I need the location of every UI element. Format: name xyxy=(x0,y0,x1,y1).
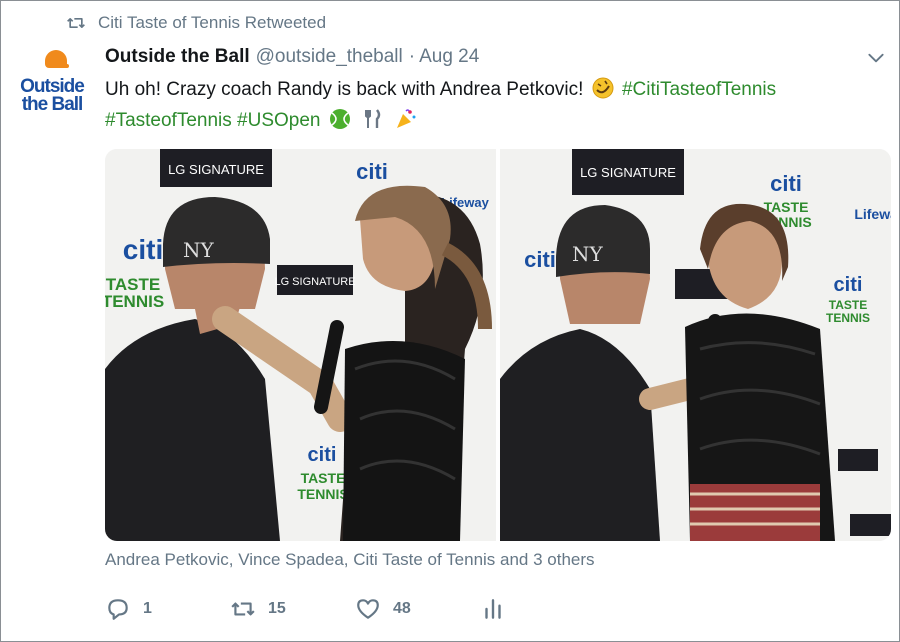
cap-logo-icon xyxy=(45,50,69,68)
photo-1-image: LG SIGNATURE LG SIGNATURE citi citi citi… xyxy=(105,149,496,541)
heart-icon xyxy=(357,599,379,619)
header-separator: · xyxy=(408,46,416,67)
backdrop-lg-3: LG SIGNATURE xyxy=(580,165,676,180)
chevron-down-icon[interactable] xyxy=(866,48,886,68)
avatar[interactable]: Outside the Ball xyxy=(12,48,92,114)
backdrop-taste-2: TASTE xyxy=(301,470,346,486)
backdrop-citi-6: citi xyxy=(524,247,556,272)
backdrop-taste-4: TASTE xyxy=(829,298,867,312)
tweet-text: Uh oh! Crazy coach Randy is back with An… xyxy=(105,74,890,136)
photo-1[interactable]: LG SIGNATURE LG SIGNATURE citi citi citi… xyxy=(105,149,496,541)
backdrop-lifeway-2: Lifeway xyxy=(854,206,891,222)
party-popper-emoji-icon xyxy=(397,109,416,128)
avatar-logo-line2: the Ball xyxy=(21,94,84,115)
backdrop-citi-3: citi xyxy=(308,444,337,466)
tweet-text-body: Uh oh! Crazy coach Randy is back with An… xyxy=(105,79,584,100)
like-button[interactable]: 48 xyxy=(355,596,480,622)
tagged-users[interactable]: Andrea Petkovic, Vince Spadea, Citi Tast… xyxy=(105,550,595,570)
tennis-ball-emoji-icon xyxy=(329,109,350,129)
hashtag-usopen[interactable]: #USOpen xyxy=(237,110,320,131)
retweet-button[interactable]: 15 xyxy=(230,596,355,622)
backdrop-citi-5: citi xyxy=(834,274,863,296)
photo-2-image: LG SIGNATURE citi citi citi TASTE TENNIS… xyxy=(500,149,891,541)
retweet-count: 15 xyxy=(268,600,286,617)
fork-knife-emoji-icon xyxy=(365,109,381,128)
cap-logo-2: NY xyxy=(572,242,604,266)
author-handle[interactable]: @outside_theball xyxy=(256,46,403,68)
analytics-icon xyxy=(485,599,501,619)
cap-logo: NY xyxy=(183,238,215,262)
tweet-date[interactable]: Aug 24 xyxy=(419,46,479,68)
retweet-context[interactable]: Citi Taste of Tennis Retweeted xyxy=(66,10,326,36)
backdrop-tennis-1: TENNIS xyxy=(105,292,164,311)
author-name[interactable]: Outside the Ball xyxy=(105,46,250,68)
retweet-action-icon xyxy=(231,602,255,616)
reply-icon xyxy=(108,599,128,620)
reply-button[interactable]: 1 xyxy=(105,596,230,622)
retweet-context-label: Citi Taste of Tennis Retweeted xyxy=(98,13,327,32)
backdrop-lg-1: LG SIGNATURE xyxy=(168,162,264,177)
backdrop-tennis-4: TENNIS xyxy=(826,311,870,325)
analytics-button[interactable] xyxy=(480,596,605,622)
backdrop-citi-4: citi xyxy=(770,171,802,196)
photo-2[interactable]: LG SIGNATURE citi citi citi TASTE TENNIS… xyxy=(500,149,891,541)
hashtag-cititasteoftennis[interactable]: #CitiTasteofTennis xyxy=(622,79,776,100)
hashtag-tasteoftennis[interactable]: #TasteofTennis xyxy=(105,110,232,131)
tweet-actions: 1 15 48 xyxy=(105,592,605,626)
rofl-emoji-icon xyxy=(592,77,614,99)
backdrop-lg-2: LG SIGNATURE xyxy=(274,276,355,288)
like-count: 48 xyxy=(393,600,411,617)
backdrop-citi-1: citi xyxy=(356,159,388,184)
retweet-icon xyxy=(67,18,85,28)
backdrop-tennis-2: TENNIS xyxy=(297,486,348,502)
backdrop-citi-2: citi xyxy=(123,234,163,265)
tweet-media[interactable]: LG SIGNATURE LG SIGNATURE citi citi citi… xyxy=(105,149,891,541)
reply-count: 1 xyxy=(143,600,152,617)
tweet-header: Outside the Ball @outside_theball · Aug … xyxy=(105,44,479,70)
